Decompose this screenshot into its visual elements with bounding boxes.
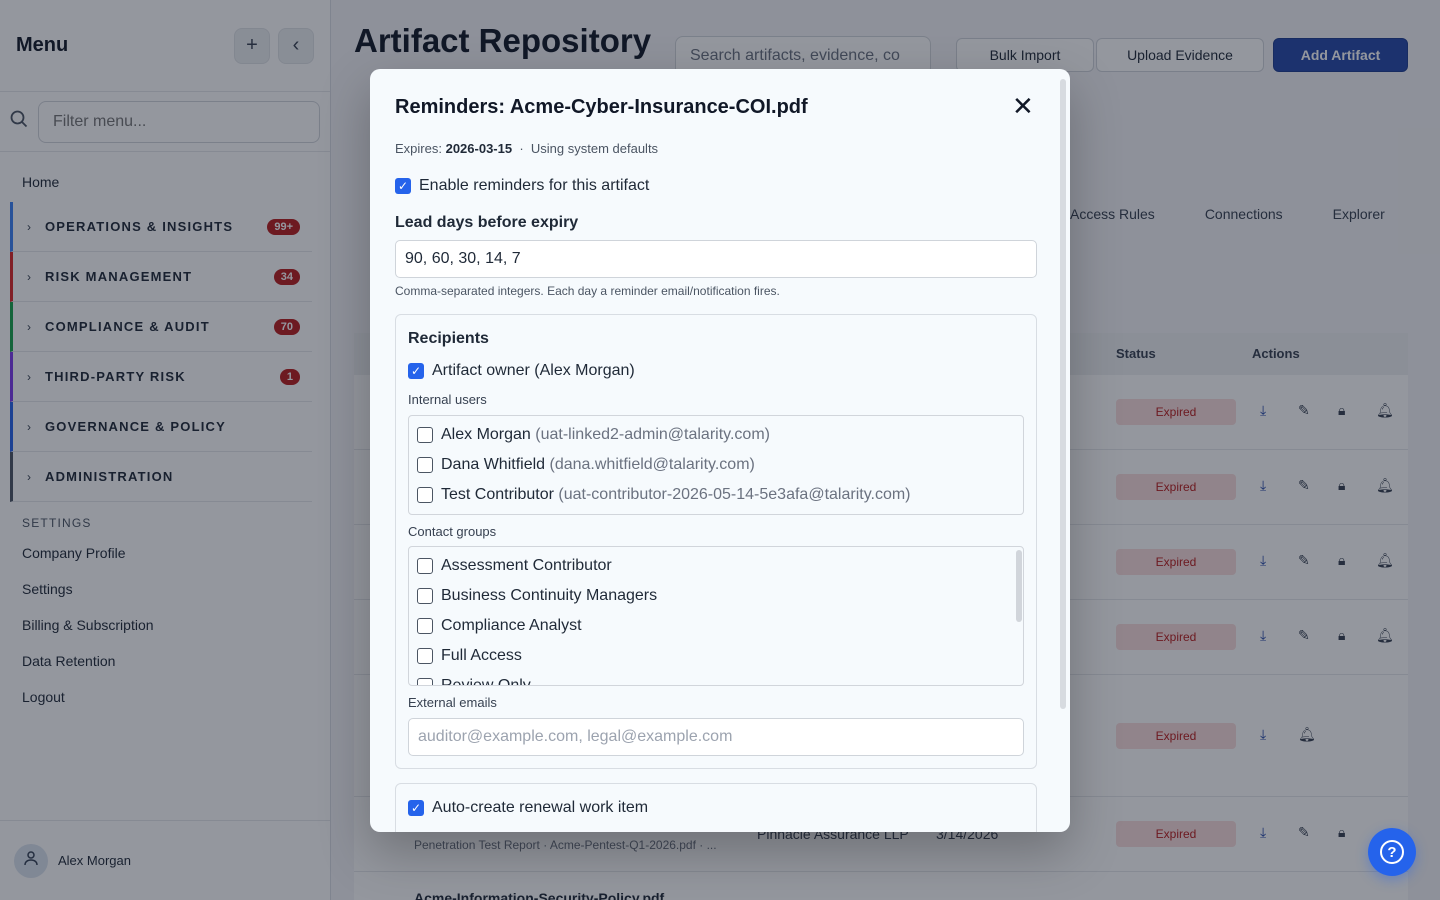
internal-user-checkbox[interactable]: Dana Whitfield (dana.whitfield@talarity.… <box>417 456 755 474</box>
user-name: Test Contributor <box>441 486 554 503</box>
user-name: Dana Whitfield <box>441 456 546 473</box>
checkbox-unchecked[interactable] <box>417 618 433 634</box>
checkbox-checked[interactable]: ✓ <box>395 178 411 194</box>
expires-label: Expires: <box>395 141 442 156</box>
expiry-info: Expires: 2026-03-15 · Using system defau… <box>395 141 658 156</box>
group-name: Review Only <box>441 677 531 686</box>
contact-group-checkbox[interactable]: Review Only <box>417 677 531 686</box>
checkbox-unchecked[interactable] <box>417 588 433 604</box>
auto-create-label: Auto-create renewal work item <box>432 799 649 816</box>
recipients-title: Recipients <box>408 330 489 347</box>
group-name: Business Continuity Managers <box>441 587 658 604</box>
lead-days-label: Lead days before expiry <box>395 214 579 231</box>
dialog-title: Reminders: Acme-Cyber-Insurance-COI.pdf <box>395 96 808 118</box>
checkbox-unchecked[interactable] <box>417 558 433 574</box>
help-button[interactable]: ? <box>1368 828 1416 876</box>
contact-group-checkbox[interactable]: Compliance Analyst <box>417 617 582 635</box>
close-icon[interactable]: ✕ <box>1012 91 1034 122</box>
dialog-scrollbar[interactable] <box>1060 79 1066 709</box>
checkbox-unchecked[interactable] <box>417 457 433 473</box>
auto-create-checkbox[interactable]: ✓ Auto-create renewal work item <box>408 799 648 817</box>
user-name: Alex Morgan <box>441 426 531 443</box>
checkbox-checked[interactable]: ✓ <box>408 363 424 379</box>
user-email: (uat-contributor-2026-05-14-5e3afa@talar… <box>558 486 911 503</box>
external-emails-label: External emails <box>408 695 497 710</box>
internal-user-checkbox[interactable]: Test Contributor (uat-contributor-2026-0… <box>417 486 911 504</box>
internal-users-label: Internal users <box>408 392 487 407</box>
contact-group-checkbox[interactable]: Full Access <box>417 647 522 665</box>
internal-user-checkbox[interactable]: Alex Morgan (uat-linked2-admin@talarity.… <box>417 426 770 444</box>
checkbox-unchecked[interactable] <box>417 648 433 664</box>
user-email: (uat-linked2-admin@talarity.com) <box>535 426 770 443</box>
renewal-panel: ✓ Auto-create renewal work item <box>395 783 1037 832</box>
expires-date: 2026-03-15 <box>445 141 513 156</box>
checkbox-unchecked[interactable] <box>417 678 433 685</box>
artifact-owner-checkbox[interactable]: ✓ Artifact owner (Alex Morgan) <box>408 362 635 380</box>
enable-reminders-label: Enable reminders for this artifact <box>419 177 650 194</box>
external-emails-input[interactable]: auditor@example.com, legal@example.com <box>408 718 1024 756</box>
contact-group-checkbox[interactable]: Business Continuity Managers <box>417 587 657 605</box>
group-name: Assessment Contributor <box>441 557 612 574</box>
internal-users-list: Alex Morgan (uat-linked2-admin@talarity.… <box>408 415 1024 515</box>
enable-reminders-checkbox[interactable]: ✓ Enable reminders for this artifact <box>395 177 649 195</box>
defaults-note: Using system defaults <box>530 141 659 156</box>
contact-groups-label: Contact groups <box>408 524 497 539</box>
user-email: (dana.whitfield@talarity.com) <box>549 456 755 473</box>
checkbox-unchecked[interactable] <box>417 427 433 443</box>
contact-groups-scrollbar[interactable] <box>1016 550 1022 622</box>
checkbox-checked[interactable]: ✓ <box>408 800 424 816</box>
group-name: Compliance Analyst <box>441 617 582 634</box>
separator: · <box>515 141 531 156</box>
artifact-owner-label: Artifact owner (Alex Morgan) <box>432 362 635 379</box>
reminders-dialog: Reminders: Acme-Cyber-Insurance-COI.pdf … <box>370 69 1070 832</box>
lead-days-input[interactable]: 90, 60, 30, 14, 7 <box>395 240 1037 278</box>
contact-groups-list: Assessment Contributor Business Continui… <box>408 546 1024 686</box>
question-icon: ? <box>1380 840 1404 864</box>
group-name: Full Access <box>441 647 522 664</box>
lead-days-help: Comma-separated integers. Each day a rem… <box>395 284 780 298</box>
contact-group-checkbox[interactable]: Assessment Contributor <box>417 557 612 575</box>
checkbox-unchecked[interactable] <box>417 487 433 503</box>
recipients-panel: Recipients ✓ Artifact owner (Alex Morgan… <box>395 314 1037 769</box>
